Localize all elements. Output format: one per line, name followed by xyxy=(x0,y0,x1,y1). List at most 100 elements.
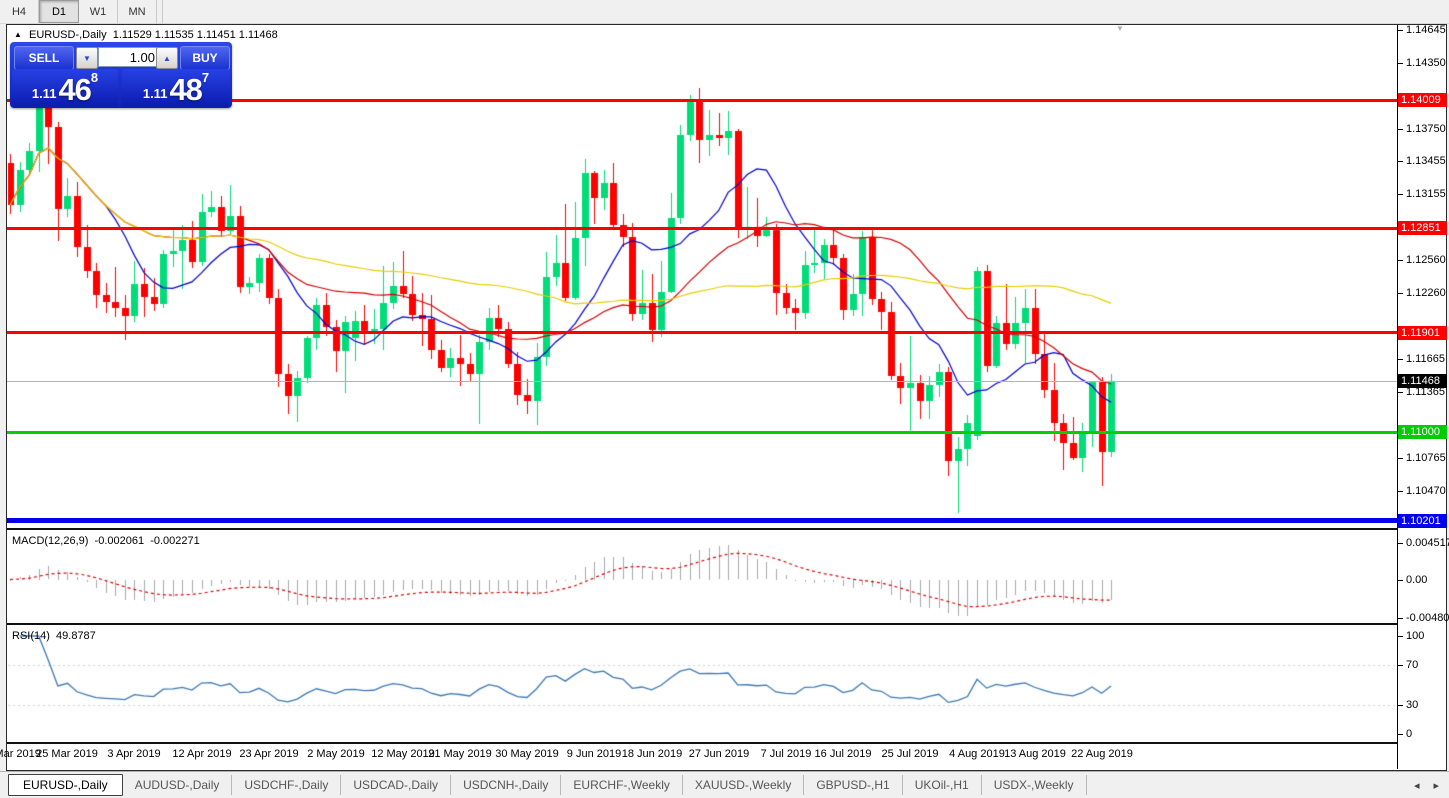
buy-price-pipette: 7 xyxy=(202,71,209,84)
price-badge-1.11468: 1.11468 xyxy=(1398,374,1447,388)
date-label-21-May-2019: 21 May 2019 xyxy=(428,748,492,760)
current-price-line xyxy=(7,381,1397,382)
sell-button[interactable]: SELL xyxy=(14,46,74,70)
buy-quote-box[interactable]: 1.11 48 7 xyxy=(122,69,230,107)
macd-signal-value: -0.002271 xyxy=(150,535,200,547)
price-tick-1.12560-dash xyxy=(1398,260,1403,261)
price-tick-1.13155: 1.13155 xyxy=(1406,188,1446,200)
tab-scroll-right-icon[interactable]: ▸ xyxy=(1433,779,1439,792)
tab-scroll-left-icon[interactable]: ◂ xyxy=(1414,779,1420,792)
timeframe-button-h4[interactable]: H4 xyxy=(0,0,39,23)
date-label-12-Apr-2019: 12 Apr 2019 xyxy=(172,748,231,760)
price-badge-1.11000: 1.11000 xyxy=(1398,425,1447,439)
price-tick-1.10470-dash xyxy=(1398,491,1403,492)
chart-tab-eurchf-weekly[interactable]: EURCHF-,Weekly xyxy=(561,775,682,795)
price-tick-1.11665: 1.11665 xyxy=(1406,353,1445,365)
pane-separator-dates xyxy=(7,742,1397,744)
timeframe-button-mn[interactable]: MN xyxy=(118,0,157,23)
sell-price-prefix: 1.11 xyxy=(32,83,57,105)
chart-tab-usdx-weekly[interactable]: USDX-,Weekly xyxy=(982,775,1087,795)
volume-decrease-button[interactable]: ▼ xyxy=(76,47,98,69)
collapse-arrow-icon[interactable]: ▲ xyxy=(14,30,22,39)
macd-indicator-label: MACD(12,26,9) -0.002061 -0.002271 xyxy=(12,535,200,547)
rsi-tick-70-dash xyxy=(1398,665,1403,666)
price-tick-1.14350: 1.14350 xyxy=(1406,57,1446,69)
trading-terminal: H4D1W1MN ▲ EURUSD-,Daily 1.11529 1.11535… xyxy=(0,0,1449,798)
chart-tab-usdchf-daily[interactable]: USDCHF-,Daily xyxy=(232,775,341,795)
rsi-name: RSI(14) xyxy=(12,630,50,642)
chart-tab-xauusd-weekly[interactable]: XAUUSD-,Weekly xyxy=(683,775,804,795)
hline-level-1.11[interactable] xyxy=(7,431,1397,434)
sell-quote-box[interactable]: 1.11 46 8 xyxy=(12,69,118,107)
price-tick-1.12260-dash xyxy=(1398,293,1403,294)
price-badge-1.10201: 1.10201 xyxy=(1398,514,1447,528)
date-label-13-Aug-2019: 13 Aug 2019 xyxy=(1004,748,1066,760)
price-tick-1.13155-dash xyxy=(1398,194,1403,195)
macd-name: MACD(12,26,9) xyxy=(12,535,88,547)
date-label-27-Jun-2019: 27 Jun 2019 xyxy=(689,748,750,760)
price-tick-1.10765: 1.10765 xyxy=(1406,452,1446,464)
chevron-down-icon: ▼ xyxy=(83,54,91,63)
buy-button[interactable]: BUY xyxy=(180,46,230,70)
chart-title: ▲ EURUSD-,Daily 1.11529 1.11535 1.11451 … xyxy=(14,29,278,41)
date-label-3-Apr-2019: 3 Apr 2019 xyxy=(107,748,160,760)
one-click-trading-panel: SELL ▼ ▲ BUY 1.11 46 8 1.11 48 7 xyxy=(10,42,232,108)
timeframe-button-w1[interactable]: W1 xyxy=(79,0,118,23)
pane-separator-macd[interactable] xyxy=(7,528,1397,530)
hline-level-1.12851[interactable] xyxy=(7,227,1397,230)
toolbar-separator xyxy=(157,0,163,23)
rsi-tick-100: 100 xyxy=(1406,630,1424,642)
date-label-30-May-2019: 30 May 2019 xyxy=(495,748,559,760)
chart-tab-bar: EURUSD-,DailyAUDUSD-,DailyUSDCHF-,DailyU… xyxy=(0,771,1449,798)
macd-tick-0.00-dash xyxy=(1398,580,1403,581)
volume-increase-button[interactable]: ▲ xyxy=(156,47,178,69)
macd-tick-0.004517: 0.004517 xyxy=(1406,537,1449,549)
macd-main-value: -0.002061 xyxy=(95,535,145,547)
chart-tab-usdcnh-daily[interactable]: USDCNH-,Daily xyxy=(451,775,561,795)
chart-tab-audusd-daily[interactable]: AUDUSD-,Daily xyxy=(123,775,233,795)
date-label-15-Mar-2019: 15 Mar 2019 xyxy=(0,748,41,760)
hline-level-1.10201[interactable] xyxy=(7,518,1397,523)
price-badge-1.11901: 1.11901 xyxy=(1398,326,1447,340)
rsi-tick-0: 0 xyxy=(1406,728,1412,740)
date-label-25-Jul-2019: 25 Jul 2019 xyxy=(882,748,939,760)
date-label-23-Apr-2019: 23 Apr 2019 xyxy=(239,748,298,760)
price-axis-separator xyxy=(1397,25,1398,769)
volume-input[interactable] xyxy=(98,47,160,67)
price-chart-canvas[interactable] xyxy=(7,25,1397,769)
timeframe-toolbar: H4D1W1MN xyxy=(0,0,1449,24)
price-tick-1.14645: 1.14645 xyxy=(1406,24,1446,36)
rsi-tick-70: 70 xyxy=(1406,659,1418,671)
price-tick-1.13455: 1.13455 xyxy=(1406,155,1446,167)
price-tick-1.10765-dash xyxy=(1398,458,1403,459)
chart-shift-marker-icon[interactable]: ▼ xyxy=(1116,24,1124,33)
price-badge-1.12851: 1.12851 xyxy=(1398,221,1447,235)
chart-tab-eurusd-daily[interactable]: EURUSD-,Daily xyxy=(8,774,123,796)
date-label-25-Mar-2019: 25 Mar 2019 xyxy=(36,748,98,760)
price-tick-1.11365-dash xyxy=(1398,392,1403,393)
sell-price-pipette: 8 xyxy=(91,71,98,84)
chart-tab-usdcad-daily[interactable]: USDCAD-,Daily xyxy=(341,775,451,795)
buy-price-prefix: 1.11 xyxy=(143,83,168,105)
hline-level-1.11901[interactable] xyxy=(7,331,1397,334)
date-label-9-Jun-2019: 9 Jun 2019 xyxy=(567,748,621,760)
price-tick-1.11665-dash xyxy=(1398,359,1403,360)
price-tick-1.10470: 1.10470 xyxy=(1406,485,1446,497)
chevron-up-icon: ▲ xyxy=(163,54,171,63)
price-tick-1.13455-dash xyxy=(1398,161,1403,162)
price-tick-1.14350-dash xyxy=(1398,63,1403,64)
price-badge-1.14009: 1.14009 xyxy=(1398,93,1447,107)
date-label-22-Aug-2019: 22 Aug 2019 xyxy=(1071,748,1133,760)
price-tick-1.13750-dash xyxy=(1398,129,1403,130)
rsi-tick-0-dash xyxy=(1398,734,1403,735)
pane-separator-rsi[interactable] xyxy=(7,623,1397,625)
timeframe-button-d1[interactable]: D1 xyxy=(39,0,79,23)
date-label-7-Jul-2019: 7 Jul 2019 xyxy=(761,748,812,760)
date-label-16-Jul-2019: 16 Jul 2019 xyxy=(815,748,872,760)
rsi-tick-100-dash xyxy=(1398,636,1403,637)
macd-tick-0.00: 0.00 xyxy=(1406,574,1427,586)
trade-panel-top-row: SELL ▼ ▲ BUY xyxy=(10,45,232,69)
chart-tab-ukoil-h1[interactable]: UKOil-,H1 xyxy=(903,775,982,795)
chart-tab-gbpusd-h1[interactable]: GBPUSD-,H1 xyxy=(804,775,902,795)
macd-tick--0.004806: -0.004806 xyxy=(1406,612,1449,624)
